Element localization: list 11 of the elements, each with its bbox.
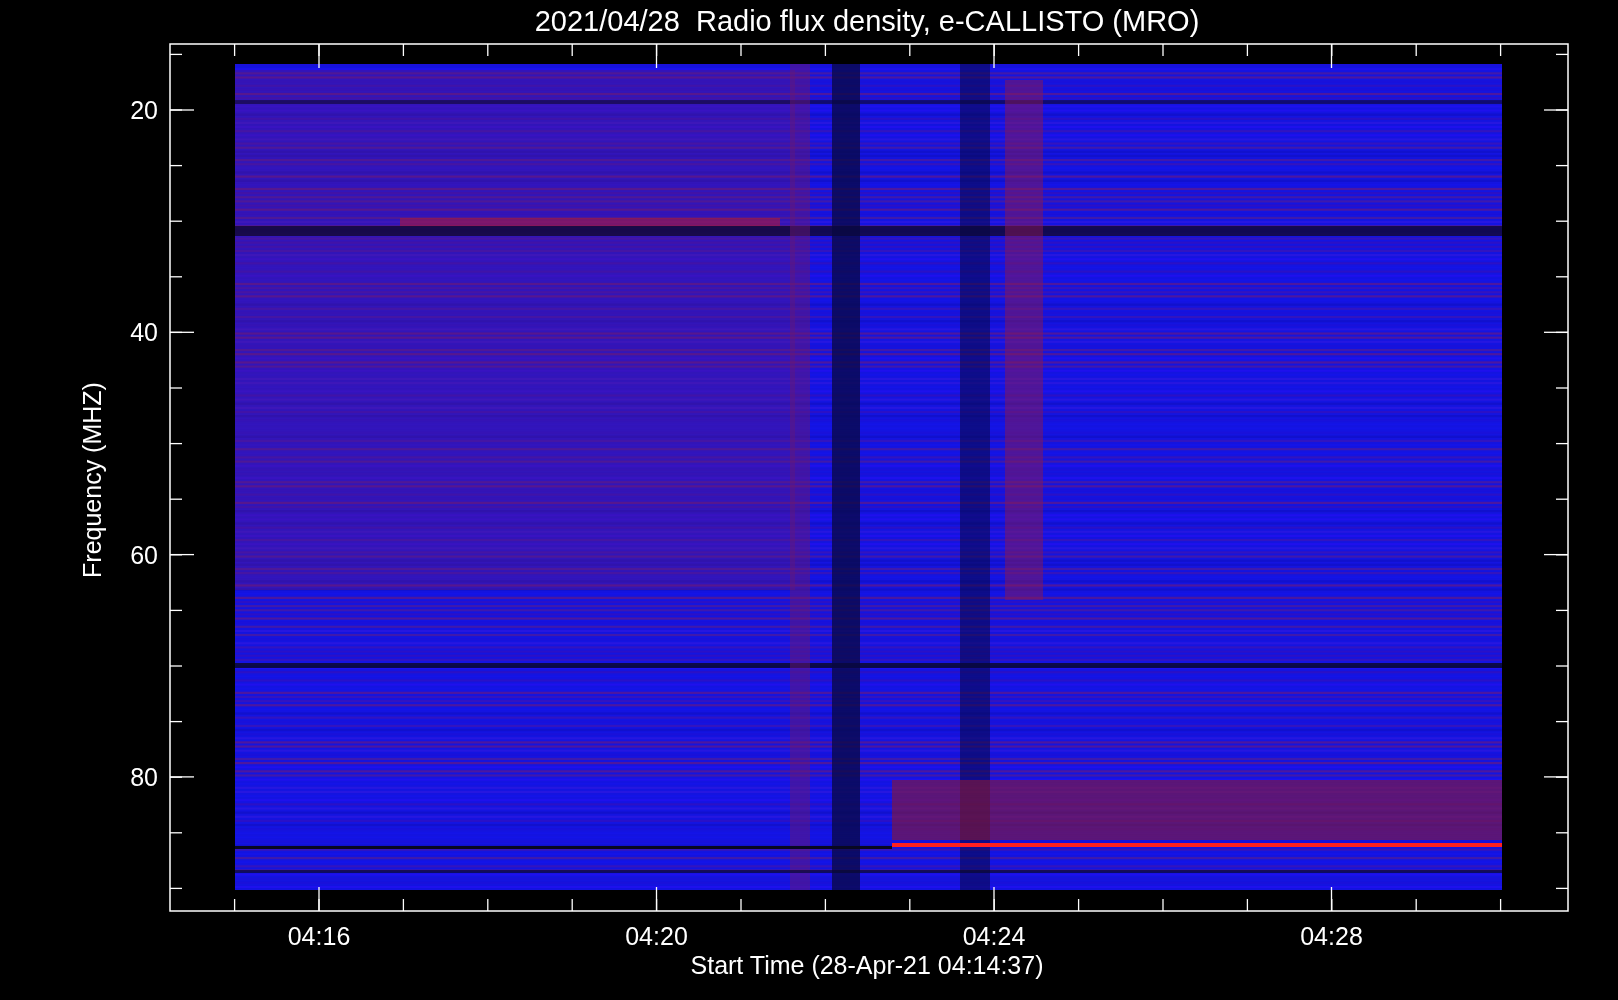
y-tick-label: 40 xyxy=(130,318,158,347)
x-tick-label: 04:28 xyxy=(1300,922,1363,950)
y-tick-label: 80 xyxy=(130,762,158,791)
chart-title: 2021/04/28 Radio flux density, e-CALLISTO (MRO) xyxy=(534,5,1200,37)
x-axis-label: Start Time (28-Apr-21 04:14:37) xyxy=(690,951,1044,979)
x-tick-label: 04:16 xyxy=(287,922,351,950)
y-axis-label: Frequency (MHZ) xyxy=(78,382,106,578)
x-tick-label: 04:20 xyxy=(625,922,688,950)
y-tick-label: 20 xyxy=(130,96,158,124)
y-tick-label: 60 xyxy=(130,540,158,569)
x-tick-label: 04:24 xyxy=(962,922,1026,950)
